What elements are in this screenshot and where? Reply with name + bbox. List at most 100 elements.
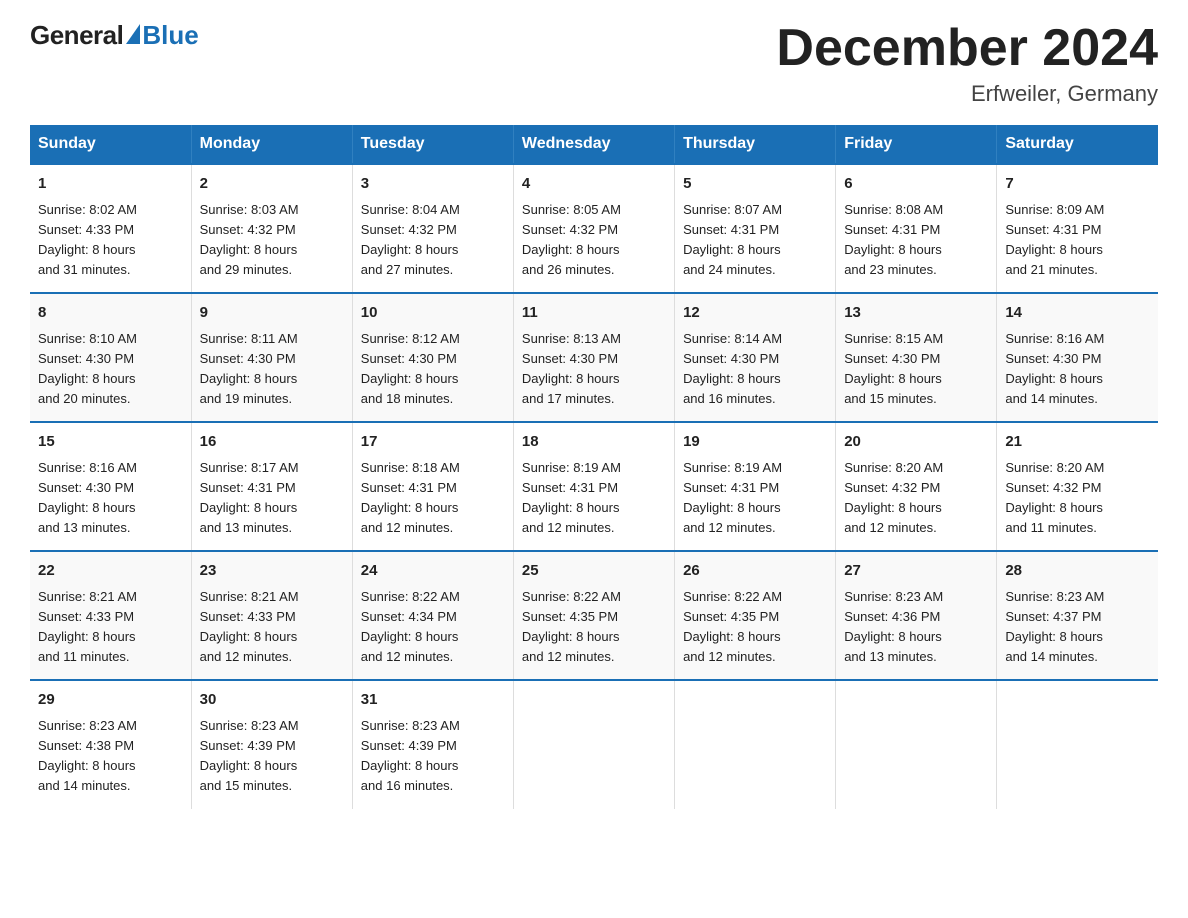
day-number: 22 [38,560,183,583]
calendar-day-cell: 11 Sunrise: 8:13 AMSunset: 4:30 PMDaylig… [513,293,674,422]
calendar-body: 1 Sunrise: 8:02 AMSunset: 4:33 PMDayligh… [30,164,1158,808]
day-info: Sunrise: 8:23 AMSunset: 4:36 PMDaylight:… [844,589,943,664]
calendar-header: SundayMondayTuesdayWednesdayThursdayFrid… [30,125,1158,164]
calendar-day-cell [836,680,997,808]
day-number: 25 [522,560,666,583]
day-number: 26 [683,560,827,583]
day-info: Sunrise: 8:23 AMSunset: 4:38 PMDaylight:… [38,718,137,793]
calendar-day-cell: 3 Sunrise: 8:04 AMSunset: 4:32 PMDayligh… [352,164,513,293]
page-header: General Blue December 2024 Erfweiler, Ge… [30,20,1158,107]
day-info: Sunrise: 8:20 AMSunset: 4:32 PMDaylight:… [1005,460,1104,535]
day-info: Sunrise: 8:20 AMSunset: 4:32 PMDaylight:… [844,460,943,535]
calendar-day-cell: 12 Sunrise: 8:14 AMSunset: 4:30 PMDaylig… [675,293,836,422]
day-number: 2 [200,173,344,196]
day-number: 19 [683,431,827,454]
day-info: Sunrise: 8:16 AMSunset: 4:30 PMDaylight:… [38,460,137,535]
day-number: 16 [200,431,344,454]
calendar-week-row: 8 Sunrise: 8:10 AMSunset: 4:30 PMDayligh… [30,293,1158,422]
day-number: 17 [361,431,505,454]
day-number: 23 [200,560,344,583]
calendar-day-cell: 20 Sunrise: 8:20 AMSunset: 4:32 PMDaylig… [836,422,997,551]
day-info: Sunrise: 8:09 AMSunset: 4:31 PMDaylight:… [1005,202,1104,277]
day-info: Sunrise: 8:18 AMSunset: 4:31 PMDaylight:… [361,460,460,535]
day-info: Sunrise: 8:21 AMSunset: 4:33 PMDaylight:… [38,589,137,664]
day-of-week-header: Wednesday [513,125,674,164]
day-info: Sunrise: 8:07 AMSunset: 4:31 PMDaylight:… [683,202,782,277]
logo-blue-text: Blue [142,20,198,51]
day-number: 20 [844,431,988,454]
day-of-week-header: Saturday [997,125,1158,164]
day-info: Sunrise: 8:14 AMSunset: 4:30 PMDaylight:… [683,331,782,406]
calendar-day-cell: 14 Sunrise: 8:16 AMSunset: 4:30 PMDaylig… [997,293,1158,422]
day-number: 7 [1005,173,1150,196]
day-number: 9 [200,302,344,325]
calendar-week-row: 29 Sunrise: 8:23 AMSunset: 4:38 PMDaylig… [30,680,1158,808]
day-number: 3 [361,173,505,196]
calendar-day-cell: 18 Sunrise: 8:19 AMSunset: 4:31 PMDaylig… [513,422,674,551]
day-number: 31 [361,689,505,712]
day-number: 13 [844,302,988,325]
calendar-day-cell: 21 Sunrise: 8:20 AMSunset: 4:32 PMDaylig… [997,422,1158,551]
calendar-day-cell: 30 Sunrise: 8:23 AMSunset: 4:39 PMDaylig… [191,680,352,808]
day-of-week-header: Friday [836,125,997,164]
calendar-day-cell: 25 Sunrise: 8:22 AMSunset: 4:35 PMDaylig… [513,551,674,680]
day-info: Sunrise: 8:03 AMSunset: 4:32 PMDaylight:… [200,202,299,277]
day-number: 28 [1005,560,1150,583]
title-area: December 2024 Erfweiler, Germany [776,20,1158,107]
day-number: 15 [38,431,183,454]
day-info: Sunrise: 8:13 AMSunset: 4:30 PMDaylight:… [522,331,621,406]
calendar-day-cell: 19 Sunrise: 8:19 AMSunset: 4:31 PMDaylig… [675,422,836,551]
day-of-week-header: Monday [191,125,352,164]
day-number: 14 [1005,302,1150,325]
day-info: Sunrise: 8:22 AMSunset: 4:35 PMDaylight:… [683,589,782,664]
calendar-day-cell: 6 Sunrise: 8:08 AMSunset: 4:31 PMDayligh… [836,164,997,293]
day-info: Sunrise: 8:23 AMSunset: 4:39 PMDaylight:… [361,718,460,793]
day-info: Sunrise: 8:16 AMSunset: 4:30 PMDaylight:… [1005,331,1104,406]
day-info: Sunrise: 8:22 AMSunset: 4:34 PMDaylight:… [361,589,460,664]
calendar-day-cell [675,680,836,808]
day-info: Sunrise: 8:19 AMSunset: 4:31 PMDaylight:… [683,460,782,535]
day-number: 29 [38,689,183,712]
day-of-week-header: Sunday [30,125,191,164]
calendar-day-cell: 8 Sunrise: 8:10 AMSunset: 4:30 PMDayligh… [30,293,191,422]
calendar-day-cell: 4 Sunrise: 8:05 AMSunset: 4:32 PMDayligh… [513,164,674,293]
day-info: Sunrise: 8:17 AMSunset: 4:31 PMDaylight:… [200,460,299,535]
calendar-week-row: 22 Sunrise: 8:21 AMSunset: 4:33 PMDaylig… [30,551,1158,680]
logo-triangle-icon [126,24,140,44]
calendar-week-row: 15 Sunrise: 8:16 AMSunset: 4:30 PMDaylig… [30,422,1158,551]
day-info: Sunrise: 8:23 AMSunset: 4:37 PMDaylight:… [1005,589,1104,664]
calendar-day-cell: 1 Sunrise: 8:02 AMSunset: 4:33 PMDayligh… [30,164,191,293]
day-info: Sunrise: 8:19 AMSunset: 4:31 PMDaylight:… [522,460,621,535]
calendar-day-cell: 2 Sunrise: 8:03 AMSunset: 4:32 PMDayligh… [191,164,352,293]
calendar-day-cell: 13 Sunrise: 8:15 AMSunset: 4:30 PMDaylig… [836,293,997,422]
calendar-day-cell: 31 Sunrise: 8:23 AMSunset: 4:39 PMDaylig… [352,680,513,808]
calendar-day-cell: 23 Sunrise: 8:21 AMSunset: 4:33 PMDaylig… [191,551,352,680]
day-info: Sunrise: 8:08 AMSunset: 4:31 PMDaylight:… [844,202,943,277]
calendar-day-cell: 15 Sunrise: 8:16 AMSunset: 4:30 PMDaylig… [30,422,191,551]
day-info: Sunrise: 8:21 AMSunset: 4:33 PMDaylight:… [200,589,299,664]
day-info: Sunrise: 8:11 AMSunset: 4:30 PMDaylight:… [200,331,298,406]
day-number: 6 [844,173,988,196]
day-info: Sunrise: 8:12 AMSunset: 4:30 PMDaylight:… [361,331,460,406]
day-of-week-header: Thursday [675,125,836,164]
calendar-day-cell: 9 Sunrise: 8:11 AMSunset: 4:30 PMDayligh… [191,293,352,422]
day-info: Sunrise: 8:15 AMSunset: 4:30 PMDaylight:… [844,331,943,406]
day-number: 30 [200,689,344,712]
calendar-day-cell: 7 Sunrise: 8:09 AMSunset: 4:31 PMDayligh… [997,164,1158,293]
day-number: 27 [844,560,988,583]
calendar-day-cell: 26 Sunrise: 8:22 AMSunset: 4:35 PMDaylig… [675,551,836,680]
day-of-week-header: Tuesday [352,125,513,164]
calendar-day-cell: 27 Sunrise: 8:23 AMSunset: 4:36 PMDaylig… [836,551,997,680]
day-info: Sunrise: 8:02 AMSunset: 4:33 PMDaylight:… [38,202,137,277]
calendar-day-cell [513,680,674,808]
day-number: 11 [522,302,666,325]
day-info: Sunrise: 8:23 AMSunset: 4:39 PMDaylight:… [200,718,299,793]
calendar-day-cell: 29 Sunrise: 8:23 AMSunset: 4:38 PMDaylig… [30,680,191,808]
calendar-day-cell: 16 Sunrise: 8:17 AMSunset: 4:31 PMDaylig… [191,422,352,551]
calendar-day-cell: 28 Sunrise: 8:23 AMSunset: 4:37 PMDaylig… [997,551,1158,680]
calendar-day-cell: 24 Sunrise: 8:22 AMSunset: 4:34 PMDaylig… [352,551,513,680]
day-info: Sunrise: 8:10 AMSunset: 4:30 PMDaylight:… [38,331,137,406]
calendar-week-row: 1 Sunrise: 8:02 AMSunset: 4:33 PMDayligh… [30,164,1158,293]
header-row: SundayMondayTuesdayWednesdayThursdayFrid… [30,125,1158,164]
day-number: 5 [683,173,827,196]
